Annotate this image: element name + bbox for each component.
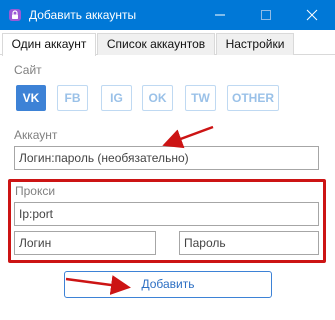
site-button-ok[interactable]: OK xyxy=(142,85,173,111)
site-button-tw[interactable]: TW xyxy=(185,85,216,111)
account-input[interactable]: Логин:пароль (необязательно) xyxy=(14,146,319,170)
proxy-login-input[interactable]: Логин xyxy=(14,231,156,255)
close-button[interactable] xyxy=(289,0,335,30)
site-button-ig[interactable]: IG xyxy=(101,85,132,111)
tab-account-list[interactable]: Список аккаунтов xyxy=(97,33,215,55)
site-button-fb[interactable]: FB xyxy=(57,85,88,111)
proxy-label: Прокси xyxy=(15,184,56,198)
window-title: Добавить аккаунты xyxy=(29,8,137,22)
lock-icon xyxy=(9,9,21,21)
tab-settings[interactable]: Настройки xyxy=(216,33,294,55)
site-button-other[interactable]: OTHER xyxy=(227,85,279,111)
site-button-vk[interactable]: VK xyxy=(16,85,46,111)
minimize-button[interactable] xyxy=(197,0,243,30)
tab-single-account[interactable]: Один аккаунт xyxy=(2,33,96,56)
account-label: Аккаунт xyxy=(14,128,58,142)
title-bar: Добавить аккаунты xyxy=(0,0,335,30)
add-button[interactable]: Добавить xyxy=(64,271,272,298)
proxy-address-input[interactable]: Ip:port xyxy=(14,202,319,226)
tab-strip: Один аккаунт Список аккаунтов Настройки xyxy=(0,30,335,56)
proxy-password-input[interactable]: Пароль xyxy=(179,231,319,255)
site-label: Сайт xyxy=(14,63,42,77)
arrow-to-account xyxy=(162,125,214,149)
maximize-button[interactable] xyxy=(243,0,289,30)
